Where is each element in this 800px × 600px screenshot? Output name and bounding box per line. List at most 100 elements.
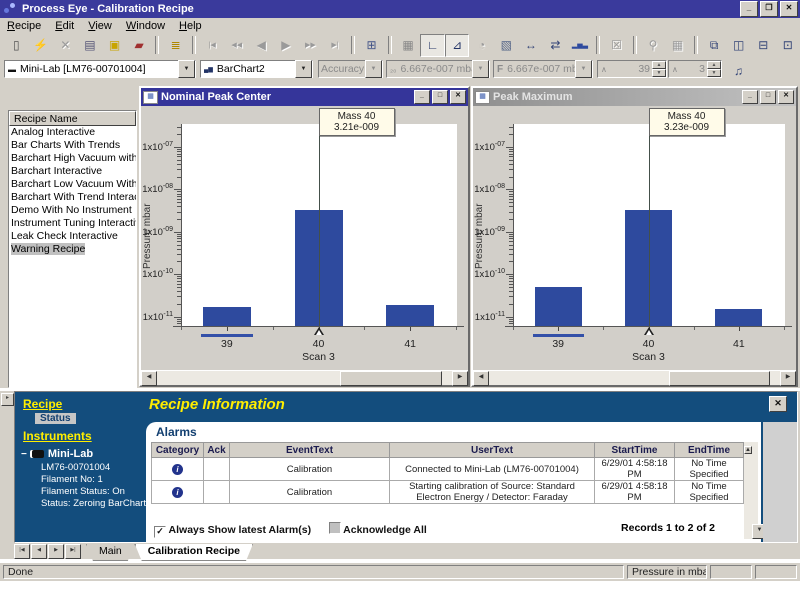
pressure-range-combo[interactable]: ₂₀ 6.667e-007 mbar ▼ — [386, 60, 490, 78]
cascade-windows-button[interactable]: ⧉ — [702, 34, 727, 57]
dropdown-arrow-icon[interactable]: ▼ — [178, 60, 195, 78]
content-right-margin — [763, 422, 797, 542]
chart-window-titlebar[interactable]: ▦ Nominal Peak Center _ □ ✕ — [141, 88, 468, 106]
scrollbar-track[interactable] — [157, 371, 452, 385]
alarm-row[interactable]: iCalibrationConnected to Mini-Lab (LM76-… — [152, 458, 744, 481]
tree-collapse-icon[interactable]: − — [21, 449, 27, 460]
tab-calibration-recipe[interactable]: Calibration Recipe — [135, 544, 253, 561]
swap-axes-button[interactable]: ⇄ — [543, 34, 568, 57]
maximize-button[interactable]: □ — [760, 90, 776, 104]
alarms-column-header[interactable]: EventText — [230, 443, 390, 458]
scale-button[interactable]: ↔ — [519, 34, 544, 57]
always-show-checkbox[interactable]: ✓ — [154, 526, 166, 538]
chart-window-titlebar[interactable]: ▦ Peak Maximum _ □ ✕ — [473, 88, 796, 106]
log-scroll-button[interactable]: ≣ — [163, 34, 188, 57]
recipe-list-item[interactable]: Barchart High Vacuum with ... — [9, 152, 136, 165]
tile-horizontal-button[interactable]: ⊟ — [751, 34, 776, 57]
tab-prev-button[interactable]: ◀ — [31, 544, 47, 559]
tab-next-button[interactable]: ▶ — [48, 544, 64, 559]
splitter-collapse-button[interactable]: ▸ — [1, 393, 14, 406]
menu-item-view[interactable]: View — [81, 19, 119, 33]
maximize-button[interactable]: □ — [432, 90, 448, 104]
menu-item-recipe[interactable]: Recipe — [0, 19, 48, 33]
menu-item-window[interactable]: Window — [119, 19, 172, 33]
new-recipe-button[interactable]: ▯ — [4, 34, 29, 57]
alarm-row[interactable]: iCalibrationStarting calibration of Sour… — [152, 481, 744, 504]
scrollbar-thumb[interactable] — [340, 371, 442, 386]
instrument-combo[interactable]: ▬ Mini-Lab [LM76-00701004] ▼ — [4, 60, 196, 78]
recipe-list-item[interactable]: Barchart Low Vacuum With ... — [9, 178, 136, 191]
scroll-right-button[interactable]: ▶ — [452, 371, 468, 386]
scrollbar-track[interactable] — [489, 371, 780, 385]
close-button[interactable]: ✕ — [778, 90, 794, 104]
scan-cursor-marker[interactable] — [314, 327, 324, 335]
scroll-up-button[interactable]: ▲ — [744, 446, 752, 454]
sidebar-link-recipe[interactable]: Recipe — [23, 397, 62, 411]
mass-spinner[interactable]: ∧ 39 ▲▼ — [597, 60, 667, 78]
scroll-left-button[interactable]: ◀ — [473, 371, 489, 386]
recipe-list-item[interactable]: Barchart Interactive — [9, 165, 136, 178]
tab-main[interactable]: Main — [86, 544, 135, 561]
area-chart-button[interactable]: ▂▅▃ — [568, 34, 593, 57]
minimize-button[interactable]: _ — [740, 1, 758, 17]
spin-up-button[interactable]: ▲ — [707, 61, 721, 69]
arrange-windows-button[interactable]: ⊡ — [776, 34, 800, 57]
accuracy-combo[interactable]: Accuracy 8 ▼ — [318, 60, 383, 78]
alarms-column-header[interactable]: EndTime — [675, 443, 744, 458]
y-major-tick — [174, 147, 181, 148]
spin-down-button[interactable]: ▼ — [707, 69, 721, 77]
acknowledge-all-checkbox[interactable] — [329, 522, 341, 534]
recipe-list-item[interactable]: Warning Recipe — [9, 243, 136, 256]
menu-item-edit[interactable]: Edit — [48, 19, 81, 33]
axes-full-button[interactable]: ⊿ — [445, 34, 470, 57]
print-button[interactable]: ▤ — [78, 34, 103, 57]
recipe-list-item[interactable]: Barchart With Trend Interact... — [9, 191, 136, 204]
dropdown-arrow-icon[interactable]: ▼ — [295, 60, 312, 78]
recipe-list-header[interactable]: Recipe Name — [9, 111, 136, 126]
properties-button[interactable]: ⊞ — [359, 34, 384, 57]
title-bar: Process Eye - Calibration Recipe _ ❐ ✕ — [0, 0, 800, 18]
minimize-button[interactable]: _ — [742, 90, 758, 104]
sidebar-status-chip[interactable]: Status — [35, 413, 76, 424]
scan-cursor-marker[interactable] — [644, 327, 654, 335]
chart-h-scrollbar[interactable]: ◀ ▶ — [141, 370, 468, 385]
help-book-button[interactable]: ▰ — [127, 34, 152, 57]
chart-h-scrollbar[interactable]: ◀ ▶ — [473, 370, 796, 385]
report-button[interactable]: ▧ — [494, 34, 519, 57]
instrument-tree-node[interactable]: − Mini-Lab — [21, 448, 93, 460]
spin-up-button[interactable]: ▲ — [652, 61, 666, 69]
alarms-column-header[interactable]: StartTime — [595, 443, 675, 458]
minimize-button[interactable]: _ — [414, 90, 430, 104]
secondary-spinner[interactable]: ∧ 3 ▲▼ — [668, 60, 722, 78]
recipe-list-item[interactable]: Analog Interactive — [9, 126, 136, 139]
spin-down-button[interactable]: ▼ — [652, 69, 666, 77]
annotation-notes-button[interactable]: ♫ — [726, 59, 751, 82]
scroll-left-button[interactable]: ◀ — [141, 371, 157, 386]
recipe-list-item[interactable]: Leak Check Interactive — [9, 230, 136, 243]
run-recipe-button[interactable]: ⚡ — [29, 34, 54, 57]
recipe-list-item[interactable]: Instrument Tuning Interactive — [9, 217, 136, 230]
close-icon[interactable]: ✕ — [769, 396, 787, 412]
full-scale-combo[interactable]: F 6.667e-007 mbar ▼ — [493, 60, 593, 78]
alarms-column-header[interactable]: Ack — [204, 443, 230, 458]
recipe-list-item[interactable]: Bar Charts With Trends — [9, 139, 136, 152]
status-panel-empty — [755, 565, 797, 579]
chart-combo[interactable]: ▄▆ BarChart2 ▼ — [200, 60, 313, 78]
menu-item-help[interactable]: Help — [172, 19, 209, 33]
close-button[interactable]: ✕ — [450, 90, 466, 104]
alarms-column-header[interactable]: UserText — [390, 443, 595, 458]
grid-button[interactable]: ▦ — [396, 34, 421, 57]
close-button[interactable]: ✕ — [780, 1, 798, 17]
tab-first-button[interactable]: |◀ — [14, 544, 30, 559]
alarms-heading: Alarms — [156, 425, 197, 439]
alarms-column-header[interactable]: Category — [152, 443, 204, 458]
scrollbar-thumb[interactable] — [669, 371, 770, 386]
tab-last-button[interactable]: ▶| — [65, 544, 81, 559]
recipe-list-item[interactable]: Demo With No Instrument — [9, 204, 136, 217]
lock-button[interactable]: ▣ — [102, 34, 127, 57]
sidebar-link-instruments[interactable]: Instruments — [23, 429, 92, 443]
maximize-button[interactable]: ❐ — [760, 1, 778, 17]
tile-vertical-button[interactable]: ◫ — [726, 34, 751, 57]
axes-left-button[interactable]: ∟ — [420, 34, 445, 57]
scroll-right-button[interactable]: ▶ — [780, 371, 796, 386]
